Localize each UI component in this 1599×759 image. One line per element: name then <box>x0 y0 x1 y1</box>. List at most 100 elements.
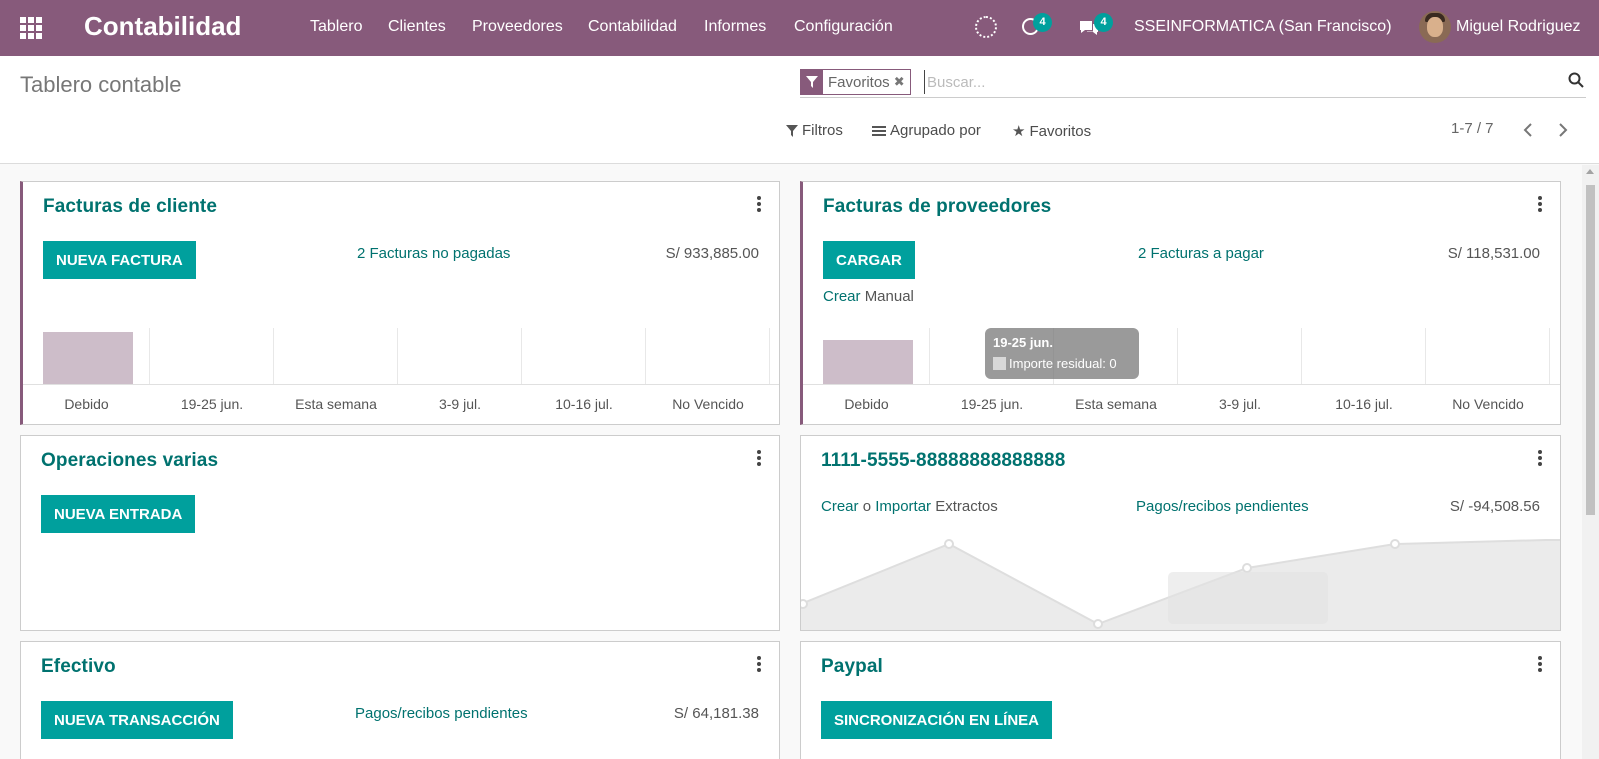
import-statement-link[interactable]: Importar <box>875 498 931 515</box>
control-panel: Tablero contable Favoritos ✖ Filtros Agr… <box>0 56 1599 164</box>
top-navbar: Contabilidad Tablero Clientes Proveedore… <box>0 0 1599 56</box>
statements-text: Extractos <box>935 498 998 515</box>
user-avatar[interactable] <box>1419 11 1451 43</box>
new-transaction-button[interactable]: NUEVA TRANSACCIÓN <box>41 701 233 739</box>
filter-funnel-icon <box>801 70 823 94</box>
chart-point[interactable] <box>1242 563 1252 573</box>
tooltip-swatch <box>993 357 1006 370</box>
favorites-button[interactable]: ★ Favoritos <box>1012 122 1092 141</box>
new-entry-button[interactable]: NUEVA ENTRADA <box>41 495 196 533</box>
search-facet[interactable]: Favoritos ✖ <box>800 69 911 95</box>
dashboard-content: Facturas de cliente NUEVA FACTURA 2 Fact… <box>0 165 1582 759</box>
page-title: Tablero contable <box>20 72 182 97</box>
card-title[interactable]: 1111-5555-88888888888888 <box>821 450 1065 472</box>
filters-label: Filtros <box>802 122 843 139</box>
chart-label: 10-16 jul. <box>555 396 613 412</box>
scroll-thumb[interactable] <box>1586 185 1595 515</box>
search-icon[interactable] <box>1568 72 1584 88</box>
bills-to-pay-link[interactable]: 2 Facturas a pagar <box>1138 245 1264 262</box>
list-bars-icon <box>872 125 886 136</box>
bank-balance-area-chart <box>801 539 1560 630</box>
card-paypal: Paypal SINCRONIZACIÓN EN LÍNEA <box>800 641 1561 759</box>
card-misc-operations: Operaciones varias NUEVA ENTRADA <box>20 435 780 631</box>
chart-label: 19-25 jun. <box>960 396 1024 412</box>
card-options-icon[interactable] <box>757 196 761 214</box>
search-input[interactable] <box>924 70 1544 94</box>
create-manual-link[interactable]: Crear Manual <box>823 288 914 305</box>
card-options-icon[interactable] <box>1538 656 1542 674</box>
manual-text: Manual <box>864 288 914 305</box>
group-by-button[interactable]: Agrupado por <box>872 122 981 139</box>
card-customer-invoices: Facturas de cliente NUEVA FACTURA 2 Fact… <box>20 181 780 425</box>
menu-item-proveedores[interactable]: Proveedores <box>472 18 563 36</box>
card-options-icon[interactable] <box>1538 196 1542 214</box>
scroll-up-icon[interactable] <box>1586 169 1594 174</box>
chart-point[interactable] <box>944 539 954 549</box>
chart-label: Esta semana <box>1075 396 1157 412</box>
card-options-icon[interactable] <box>757 450 761 468</box>
bank-balance-amount: S/ -94,508.56 <box>1449 498 1540 515</box>
tooltip-title: 19-25 jun. <box>993 335 1053 350</box>
filter-funnel-icon <box>786 124 798 137</box>
card-title[interactable]: Operaciones varias <box>41 450 218 472</box>
favorites-label: Favoritos <box>1029 122 1092 140</box>
chart-label: 3-9 jul. <box>1218 396 1262 412</box>
card-options-icon[interactable] <box>757 656 761 674</box>
upload-bill-button[interactable]: CARGAR <box>823 241 915 279</box>
aging-bar-chart: Debido 19-25 jun. Esta semana 3-9 jul. 1… <box>23 328 779 424</box>
unpaid-invoices-link[interactable]: 2 Facturas no pagadas <box>357 245 510 262</box>
card-title[interactable]: Facturas de cliente <box>43 196 217 218</box>
menu-item-informes[interactable]: Informes <box>704 18 766 36</box>
card-options-icon[interactable] <box>1538 450 1542 468</box>
chart-label: Debido <box>844 396 889 412</box>
menu-item-tablero[interactable]: Tablero <box>310 18 362 36</box>
menu-item-configuracion[interactable]: Configuración <box>794 18 893 36</box>
create-statement-link[interactable]: Crear <box>821 498 859 515</box>
chart-point[interactable] <box>1093 619 1103 629</box>
chart-tooltip-ghost <box>1168 572 1328 624</box>
pager-next-icon[interactable] <box>1554 122 1570 138</box>
chart-tooltip: 19-25 jun. Importe residual: 0 <box>985 328 1139 379</box>
pending-payments-link[interactable]: Pagos/recibos pendientes <box>1136 498 1309 515</box>
card-title[interactable]: Facturas de proveedores <box>823 196 1051 218</box>
online-sync-button[interactable]: SINCRONIZACIÓN EN LÍNEA <box>821 701 1053 739</box>
loading-spinner-icon <box>975 16 997 38</box>
unpaid-amount: S/ 933,885.00 <box>665 245 759 262</box>
or-text: o <box>862 498 872 515</box>
app-brand[interactable]: Contabilidad <box>84 11 241 42</box>
facet-remove-icon[interactable]: ✖ <box>894 74 910 90</box>
chart-label: Debido <box>64 396 109 412</box>
chart-label: Esta semana <box>295 396 377 412</box>
activity-count-badge: 4 <box>1033 13 1052 32</box>
tooltip-text: Importe residual: 0 <box>1009 356 1117 371</box>
new-invoice-button[interactable]: NUEVA FACTURA <box>43 241 196 279</box>
pager-previous-icon[interactable] <box>1521 122 1537 138</box>
chart-point[interactable] <box>801 599 808 609</box>
search-bar: Favoritos ✖ <box>800 68 1586 98</box>
menu-item-contabilidad[interactable]: Contabilidad <box>588 18 677 36</box>
card-vendor-bills: Facturas de proveedores CARGAR 2 Factura… <box>800 181 1561 425</box>
user-menu[interactable]: Miguel Rodriguez <box>1456 18 1581 36</box>
company-switcher[interactable]: SSEINFORMATICA (San Francisco) <box>1134 18 1392 36</box>
chart-label: 3-9 jul. <box>438 396 482 412</box>
chart-bar-debido[interactable] <box>43 332 133 384</box>
facet-label: Favoritos <box>828 73 890 91</box>
card-title[interactable]: Paypal <box>821 656 883 678</box>
chart-point[interactable] <box>1390 539 1400 549</box>
card-bank-account: 1111-5555-88888888888888 Crear o Importa… <box>800 435 1561 631</box>
chart-bar-debido[interactable] <box>823 340 913 384</box>
card-title[interactable]: Efectivo <box>41 656 116 678</box>
chart-label: No Vencido <box>1452 396 1524 412</box>
cash-balance-amount: S/ 64,181.38 <box>673 705 759 722</box>
filters-button[interactable]: Filtros <box>786 122 843 139</box>
content-scrollbar[interactable] <box>1582 165 1599 759</box>
create-import-statements: Crear o Importar Extractos <box>821 498 998 515</box>
pending-payments-link[interactable]: Pagos/recibos pendientes <box>355 705 528 722</box>
create-link[interactable]: Crear <box>823 288 861 305</box>
bills-amount: S/ 118,531.00 <box>1447 245 1540 262</box>
menu-item-clientes[interactable]: Clientes <box>388 18 446 36</box>
chart-label: 19-25 jun. <box>180 396 244 412</box>
aging-bar-chart: Debido 19-25 jun. Esta semana 3-9 jul. 1… <box>803 328 1560 424</box>
app-menu-icon[interactable] <box>20 17 42 39</box>
pager-value[interactable]: 1-7 / 7 <box>1451 120 1494 137</box>
